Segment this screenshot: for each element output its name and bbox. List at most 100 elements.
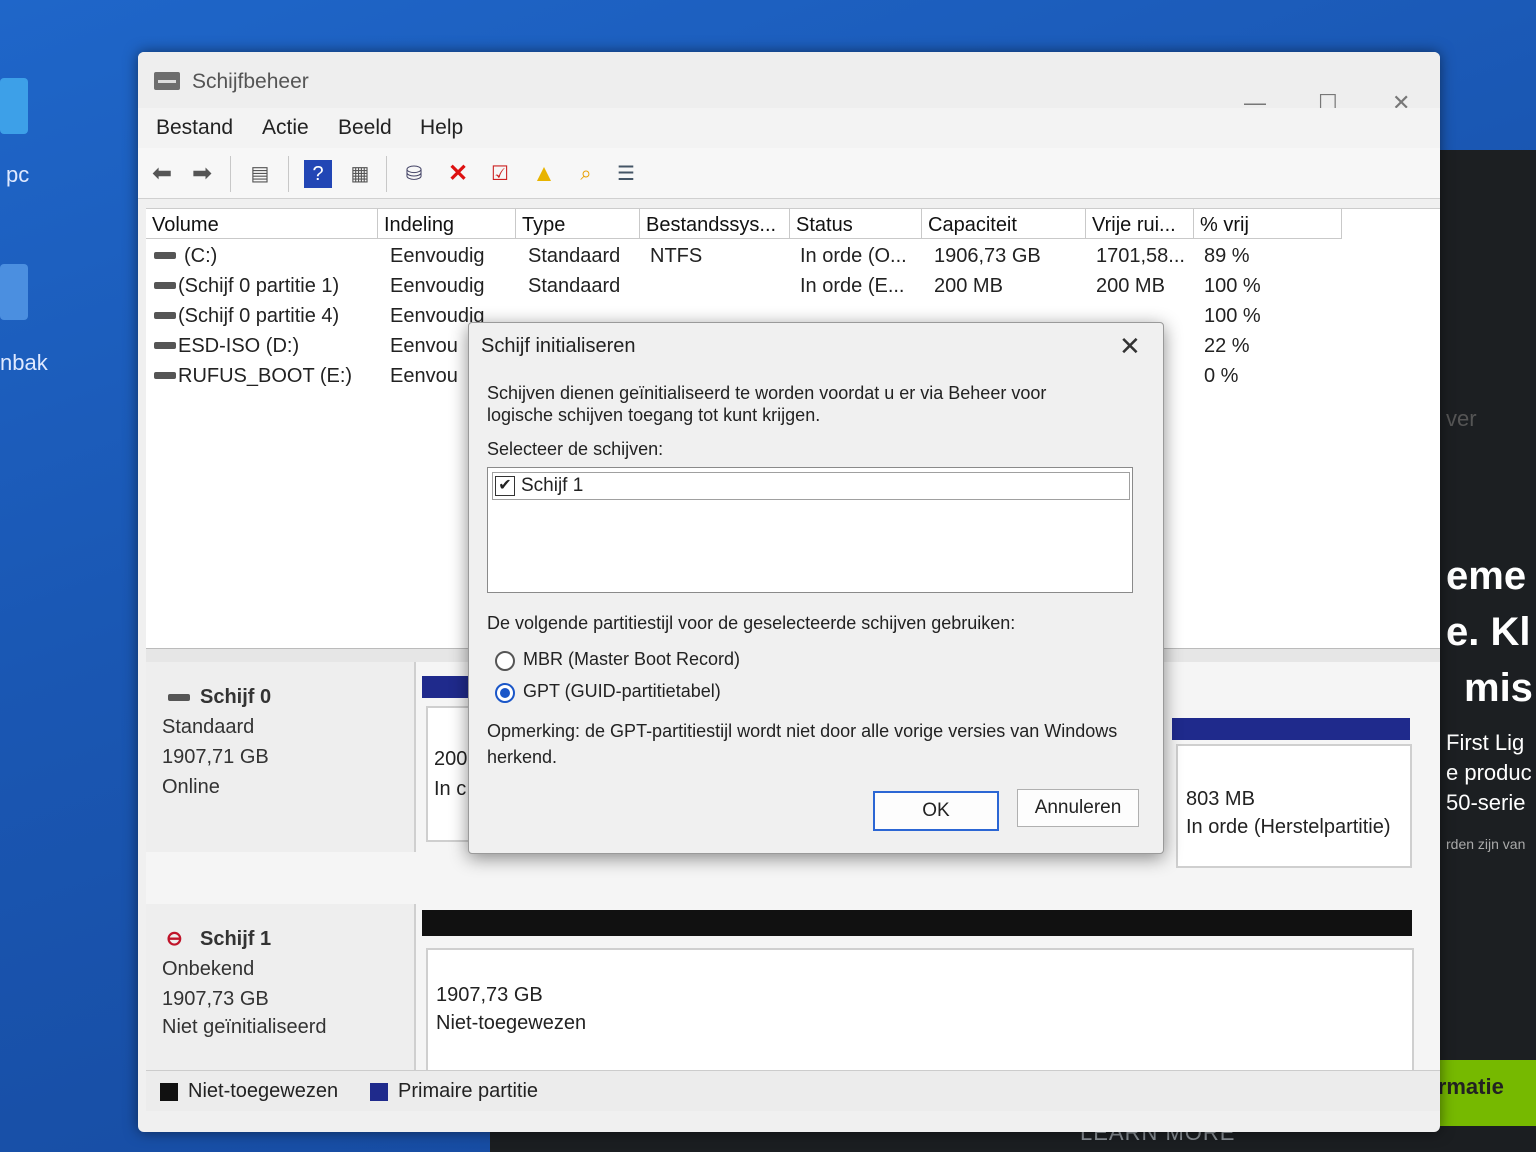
column-header[interactable]: Indeling xyxy=(378,209,516,239)
partition-style-label: De volgende partitiestijl voor de gesele… xyxy=(487,613,1016,633)
forward-arrow-icon[interactable]: ➡ xyxy=(188,160,216,188)
volume-pct-free: 22 % xyxy=(1204,335,1250,357)
partition-size: 803 MB xyxy=(1186,788,1255,810)
desktop-label-pc: pc xyxy=(6,162,30,187)
menu-beeld[interactable]: Beeld xyxy=(338,116,392,140)
volume-name[interactable]: RUFUS_BOOT (E:) xyxy=(178,365,352,388)
disk-type: Onbekend xyxy=(162,958,255,980)
cancel-button[interactable]: Annuleren xyxy=(1017,789,1139,827)
volume-layout: Eenvou xyxy=(390,335,458,357)
ad-line: rden zijn van xyxy=(1446,836,1526,852)
volume-name[interactable]: ESD-ISO (D:) xyxy=(178,335,299,358)
disk-list-item[interactable]: ✔ Schijf 1 xyxy=(492,472,1130,500)
disk-management-icon xyxy=(154,72,180,90)
volume-layout: Eenvoudig xyxy=(390,275,485,297)
column-header[interactable]: % vrij xyxy=(1194,209,1342,239)
volume-status: In orde (O... xyxy=(800,245,907,267)
legend-label: Niet-toegewezen xyxy=(188,1080,339,1102)
disk-size: 1907,73 GB xyxy=(162,988,269,1010)
gpt-radio[interactable] xyxy=(495,683,515,703)
properties-icon[interactable]: ▦ xyxy=(346,160,374,188)
menu-bestand[interactable]: Bestand xyxy=(156,116,233,140)
disk-checkbox[interactable]: ✔ xyxy=(495,476,515,496)
volume-name[interactable]: (Schijf 0 partitie 4) xyxy=(178,305,339,328)
volume-layout: Eenvoudig xyxy=(390,245,485,267)
column-header[interactable]: Capaciteit xyxy=(922,209,1086,239)
drive-icon xyxy=(154,282,176,289)
unallocated-block[interactable]: 1907,73 GB Niet-toegewezen xyxy=(426,948,1414,1074)
volume-name[interactable]: (Schijf 0 partitie 1) xyxy=(178,275,339,298)
drive-icon xyxy=(154,252,176,259)
column-header[interactable]: Status xyxy=(790,209,922,239)
unallocated-size: 1907,73 GB xyxy=(436,984,543,1006)
ok-button[interactable]: OK xyxy=(873,791,999,831)
background-ad-panel: ver eme e. Kl mis First Lig e produc 50-… xyxy=(1440,150,1536,1152)
desktop-label-bak: nbak xyxy=(0,350,48,375)
check-icon[interactable]: ☑ xyxy=(486,160,514,188)
drive-icon xyxy=(154,342,176,349)
dialog-close-icon[interactable]: ✕ xyxy=(1119,331,1141,362)
recovery-partition-block[interactable]: 803 MB In orde (Herstelpartitie) xyxy=(1176,744,1412,868)
window-title: Schijfbeheer xyxy=(192,70,309,93)
dialog-intro-line: logische schijven toegang tot kunt krijg… xyxy=(487,405,821,425)
ad-line: e. Kl xyxy=(1446,610,1531,654)
gpt-note-line: herkend. xyxy=(487,747,558,767)
volume-pct-free: 100 % xyxy=(1204,305,1261,327)
mbr-radio[interactable] xyxy=(495,651,515,671)
volume-fs: NTFS xyxy=(650,245,703,267)
menu-help[interactable]: Help xyxy=(420,116,463,140)
delete-icon[interactable]: ✕ xyxy=(444,160,472,188)
partition-status: In c xyxy=(434,778,467,800)
ad-fragment-ver: ver xyxy=(1446,406,1477,431)
toolbar-separator xyxy=(386,156,387,192)
console-tree-icon[interactable]: ▤ xyxy=(246,160,274,188)
title-bar[interactable]: Schijfbeheer — ☐ ✕ xyxy=(138,52,1440,115)
ad-line: mis xyxy=(1464,666,1533,710)
legend-swatch-primary xyxy=(370,1083,388,1101)
list-icon[interactable]: ☰ xyxy=(612,160,640,188)
disk-select-list: ✔ Schijf 1 xyxy=(487,467,1133,593)
disk-state: Online xyxy=(162,776,220,798)
toolbar-separator xyxy=(288,156,289,192)
back-arrow-icon[interactable]: ⬅ xyxy=(148,160,176,188)
disk-0-label[interactable]: Schijf 0 Standaard 1907,71 GB Online xyxy=(146,662,416,852)
volume-pct-free: 0 % xyxy=(1204,365,1239,387)
disk-name: Schijf 0 xyxy=(200,686,272,708)
column-header[interactable]: Vrije rui... xyxy=(1086,209,1194,239)
legend-bar: Niet-toegewezen Primaire partitie xyxy=(146,1070,1440,1111)
column-header[interactable]: Volume xyxy=(146,209,378,239)
volume-type: Standaard xyxy=(528,245,621,267)
drive-icon xyxy=(154,312,176,319)
desktop-icon-recycle[interactable] xyxy=(0,264,28,320)
column-header[interactable]: Type xyxy=(516,209,640,239)
menu-actie[interactable]: Actie xyxy=(262,116,309,140)
unallocated-label: Niet-toegewezen xyxy=(436,1012,587,1034)
disk-state: Niet geïnitialiseerd xyxy=(162,1016,327,1038)
connect-drive-icon[interactable]: ⛁ xyxy=(400,160,428,188)
volume-name[interactable]: (C:) xyxy=(184,245,217,268)
gpt-option-label[interactable]: GPT (GUID-partitietabel) xyxy=(523,681,721,702)
partition-size: 200 xyxy=(434,748,468,770)
menu-bar: Bestand Actie Beeld Help xyxy=(138,108,1440,148)
search-folder-icon[interactable]: ⌕ xyxy=(572,160,600,188)
folder-up-icon[interactable]: ▲ xyxy=(530,160,558,188)
desktop-icon-pc[interactable] xyxy=(0,78,28,134)
column-header[interactable]: Bestandssys... xyxy=(640,209,790,239)
disk-size: 1907,71 GB xyxy=(162,746,269,768)
help-icon[interactable]: ? xyxy=(304,160,332,188)
ad-line: e produc xyxy=(1446,760,1532,785)
ad-line: eme xyxy=(1446,554,1527,598)
disk-type: Standaard xyxy=(162,716,255,738)
disk-icon xyxy=(168,694,190,701)
mbr-option-label[interactable]: MBR (Master Boot Record) xyxy=(523,649,740,670)
toolbar-separator xyxy=(230,156,231,192)
gpt-note-line: Opmerking: de GPT-partitiestijl wordt ni… xyxy=(487,721,1118,741)
drive-icon xyxy=(154,372,176,379)
volume-layout: Eenvou xyxy=(390,365,458,387)
disk-name: Schijf 1 xyxy=(200,928,272,950)
disk-1-label[interactable]: ⊖ Schijf 1 Onbekend 1907,73 GB Niet geïn… xyxy=(146,904,416,1074)
initialize-disk-dialog: Schijf initialiseren ✕ Schijven dienen g… xyxy=(468,322,1164,854)
select-disks-label: Selecteer de schijven: xyxy=(487,439,664,459)
volume-status: In orde (E... xyxy=(800,275,905,297)
partition-status: In orde (Herstelpartitie) xyxy=(1186,816,1391,838)
